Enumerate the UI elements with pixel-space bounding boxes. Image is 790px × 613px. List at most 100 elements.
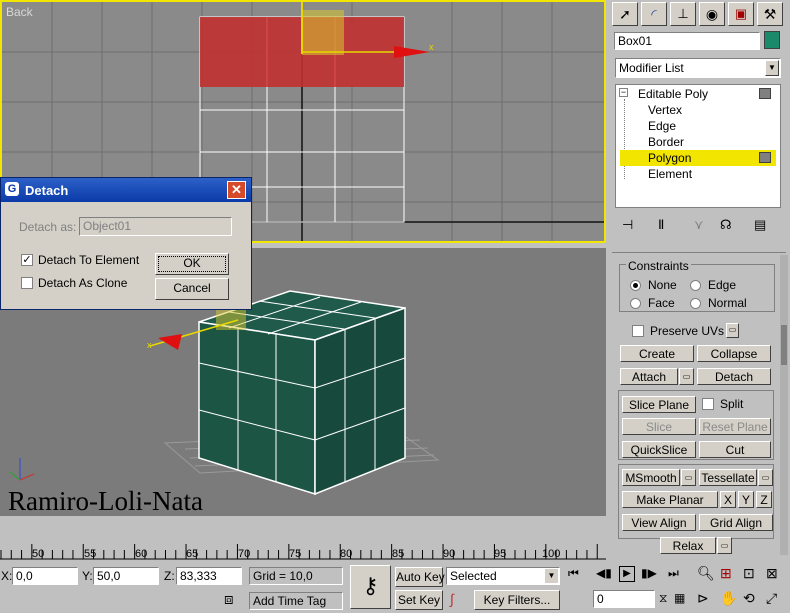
- polygon-visibility-icon[interactable]: [759, 152, 771, 163]
- next-frame-icon[interactable]: ▮▶: [641, 566, 657, 580]
- planar-y-button[interactable]: Y: [738, 491, 754, 508]
- y-coord-field[interactable]: 50,0: [93, 567, 159, 585]
- constraint-edge-radio[interactable]: [690, 280, 701, 291]
- msmooth-settings-icon[interactable]: ▭: [681, 469, 696, 486]
- cut-button[interactable]: Cut: [699, 441, 771, 458]
- play-icon[interactable]: ▶: [619, 566, 635, 582]
- show-end-result-icon[interactable]: Ⅱ: [658, 217, 664, 233]
- time-configuration-icon[interactable]: ▦: [674, 591, 685, 605]
- create-icon[interactable]: ➚: [612, 2, 638, 26]
- view-align-button[interactable]: View Align: [622, 514, 696, 531]
- make-planar-button[interactable]: Make Planar: [622, 491, 718, 508]
- hierarchy-icon[interactable]: ⊥: [670, 2, 696, 26]
- relax-button[interactable]: Relax: [660, 537, 716, 554]
- detach-as-field[interactable]: Object01: [79, 217, 232, 236]
- make-unique-icon[interactable]: ⋎: [694, 217, 704, 233]
- detach-as-label: Detach as:: [19, 220, 77, 234]
- auto-key-button[interactable]: Auto Key: [395, 567, 445, 587]
- detach-as-clone-checkbox[interactable]: [21, 277, 33, 289]
- panel-scrollbar[interactable]: [780, 255, 788, 555]
- arc-rotate-icon[interactable]: ⟲: [743, 590, 755, 607]
- collapse-icon[interactable]: −: [619, 88, 628, 97]
- previous-frame-icon[interactable]: ◀▮: [596, 566, 612, 580]
- panel-scrollbar-thumb[interactable]: [781, 325, 787, 365]
- timeline-ruler[interactable]: 50 55 60 65 70 75 80 85 90 95 100: [0, 536, 606, 560]
- stack-item-border[interactable]: Border: [648, 135, 684, 149]
- detach-to-element-checkbox[interactable]: ✓: [21, 254, 33, 266]
- create-button[interactable]: Create: [620, 345, 694, 362]
- default-tangent-icon[interactable]: ∫: [450, 591, 454, 607]
- remove-modifier-icon[interactable]: ☊: [720, 217, 732, 233]
- zoom-extents-all-icon[interactable]: ⊠: [766, 565, 778, 582]
- set-key-mode-icon[interactable]: ⚷: [350, 565, 391, 609]
- stack-item-element[interactable]: Element: [648, 167, 692, 181]
- preserve-uvs-settings-icon[interactable]: ▭: [726, 323, 739, 338]
- constraint-none-radio[interactable]: [630, 280, 641, 291]
- zoom-icon[interactable]: 🔍︎: [697, 565, 715, 582]
- add-time-tag-field[interactable]: Add Time Tag: [249, 592, 343, 610]
- stack-item-edge[interactable]: Edge: [648, 119, 676, 133]
- chevron-down-icon[interactable]: ▼: [765, 60, 779, 76]
- modifier-list-label: Modifier List: [619, 61, 684, 75]
- preserve-uvs-checkbox[interactable]: [632, 325, 644, 337]
- planar-x-button[interactable]: X: [720, 491, 736, 508]
- close-icon[interactable]: ✕: [227, 181, 246, 199]
- pan-icon[interactable]: ✋: [720, 590, 737, 607]
- modifier-stack[interactable]: − Editable Poly Vertex Edge Border Polyg…: [615, 84, 781, 208]
- go-to-end-icon[interactable]: ⏭: [668, 566, 679, 581]
- detach-to-element-label: Detach To Element: [38, 253, 140, 267]
- zoom-extents-icon[interactable]: ⊡: [743, 565, 755, 582]
- stack-item-polygon[interactable]: Polygon: [648, 151, 691, 165]
- stack-item-vertex[interactable]: Vertex: [648, 103, 682, 117]
- stack-root-label[interactable]: Editable Poly: [638, 87, 708, 101]
- modifier-list-dropdown[interactable]: Modifier List ▼: [615, 58, 781, 78]
- slice-button[interactable]: Slice: [622, 418, 696, 435]
- configure-modifier-sets-icon[interactable]: ▤: [754, 217, 766, 233]
- tessellate-button[interactable]: Tessellate: [699, 469, 757, 486]
- chevron-down-icon[interactable]: ▼: [545, 569, 558, 583]
- current-frame-field[interactable]: 0: [593, 590, 655, 608]
- utilities-icon[interactable]: ⚒: [757, 2, 783, 26]
- time-tag-icon[interactable]: ⧈: [224, 591, 234, 608]
- z-coord-field[interactable]: 83,333: [176, 567, 242, 585]
- stack-visibility-icon[interactable]: [759, 88, 771, 99]
- tessellate-settings-icon[interactable]: ▭: [758, 469, 773, 486]
- timeline-tick-label: 55: [84, 548, 97, 560]
- pin-stack-icon[interactable]: ⊣: [622, 217, 633, 233]
- planar-z-button[interactable]: Z: [756, 491, 772, 508]
- motion-icon[interactable]: ◉: [699, 2, 725, 26]
- detach-button[interactable]: Detach: [697, 368, 771, 385]
- dialog-titlebar[interactable]: G Detach ✕: [1, 178, 251, 202]
- attach-settings-icon[interactable]: ▭: [679, 368, 694, 385]
- attach-button[interactable]: Attach: [620, 368, 678, 385]
- constraint-face-radio[interactable]: [630, 298, 641, 309]
- modify-icon[interactable]: ◜: [641, 2, 667, 26]
- quickslice-button[interactable]: QuickSlice: [622, 441, 696, 458]
- key-filters-button[interactable]: Key Filters...: [474, 590, 560, 610]
- key-mode-toggle-icon[interactable]: ⧖: [659, 591, 667, 606]
- maximize-viewport-icon[interactable]: ⤢: [766, 590, 777, 607]
- key-selection-dropdown[interactable]: Selected ▼: [446, 567, 560, 585]
- cancel-button[interactable]: Cancel: [155, 278, 229, 300]
- object-color-swatch[interactable]: [764, 31, 780, 49]
- go-to-start-icon[interactable]: ⏮: [568, 566, 579, 581]
- timeline-tick-label: 100: [542, 548, 561, 560]
- field-of-view-icon[interactable]: ⊳: [697, 590, 709, 607]
- max-app-icon: G: [5, 182, 19, 196]
- split-checkbox[interactable]: [702, 398, 714, 410]
- msmooth-button[interactable]: MSmooth: [622, 469, 680, 486]
- slice-plane-button[interactable]: Slice Plane: [622, 396, 696, 413]
- stack-tree-line: [624, 99, 626, 179]
- set-key-button[interactable]: Set Key: [395, 590, 443, 610]
- object-name-field[interactable]: Box01: [614, 32, 760, 50]
- constraint-normal-radio[interactable]: [690, 298, 701, 309]
- zoom-all-icon[interactable]: ⊞: [720, 565, 732, 582]
- ok-button[interactable]: OK: [155, 253, 229, 275]
- stack-item-selected-highlight: [620, 150, 776, 166]
- relax-settings-icon[interactable]: ▭: [717, 537, 732, 554]
- display-icon[interactable]: ▣: [728, 2, 754, 26]
- reset-plane-button[interactable]: Reset Plane: [699, 418, 771, 435]
- x-coord-field[interactable]: 0,0: [12, 567, 78, 585]
- collapse-button[interactable]: Collapse: [697, 345, 771, 362]
- grid-align-button[interactable]: Grid Align: [699, 514, 773, 531]
